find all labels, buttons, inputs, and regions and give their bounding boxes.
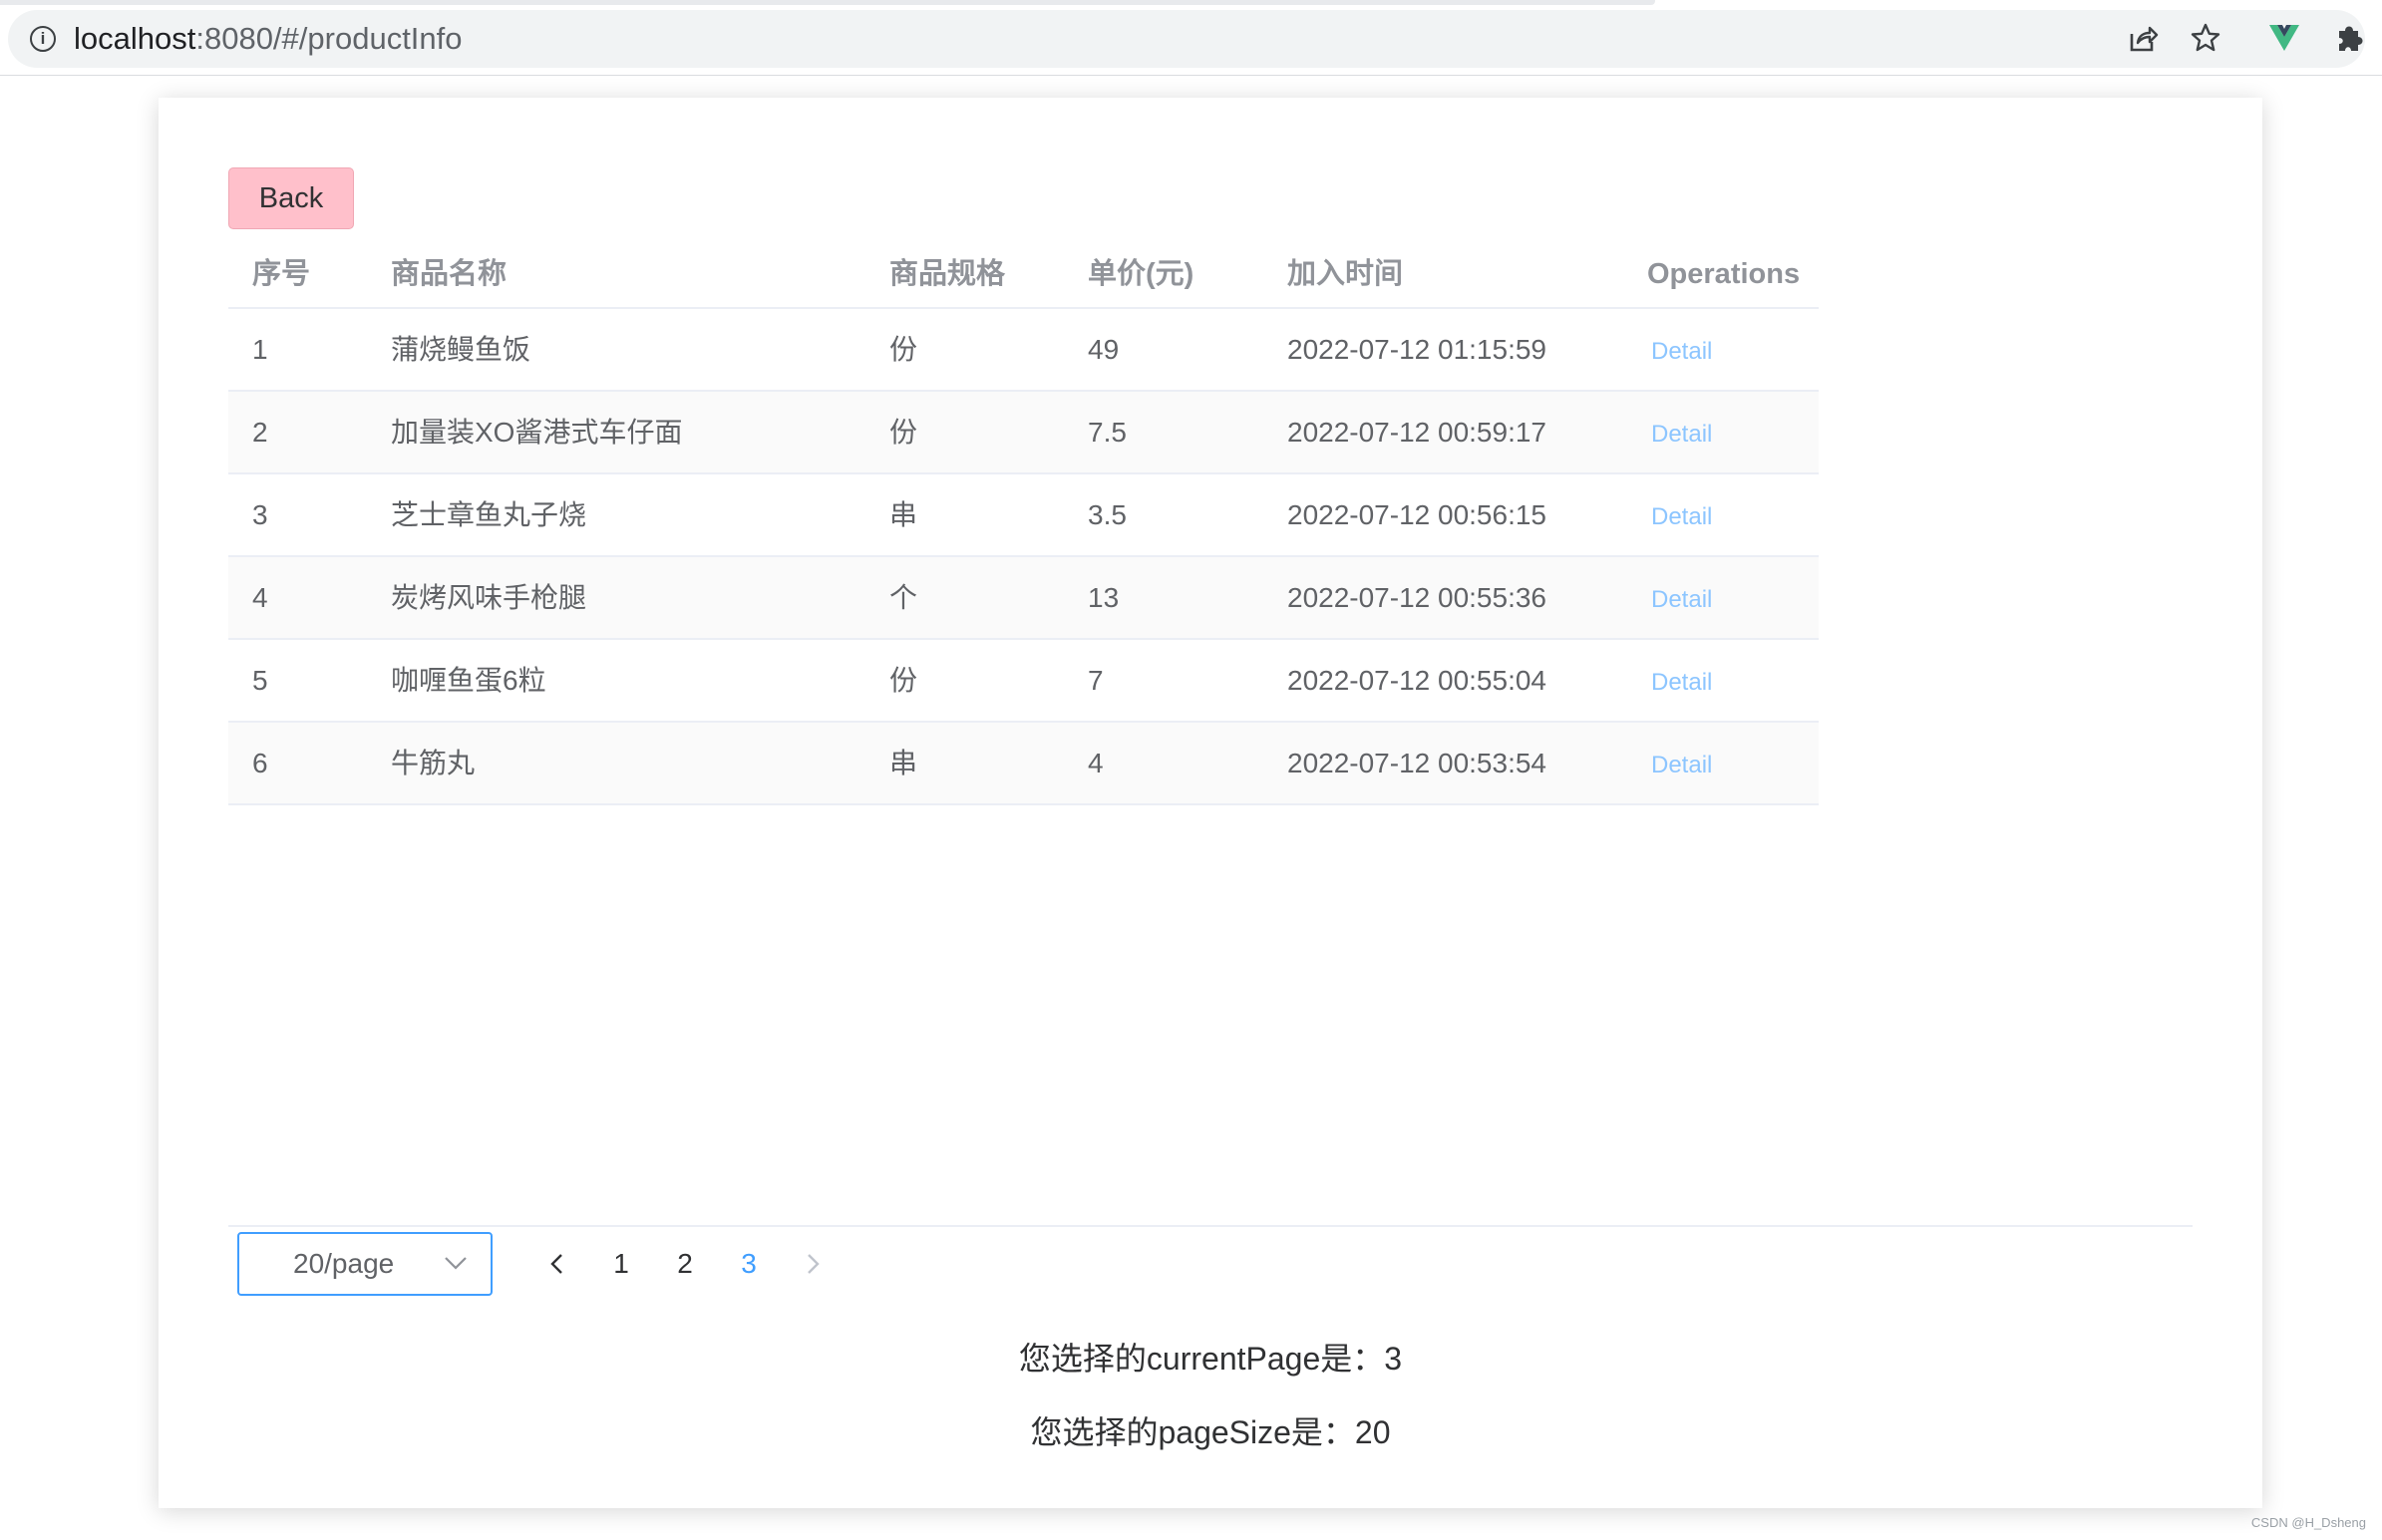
page-number-3[interactable]: 3 [729,1239,769,1289]
address-bar[interactable]: i localhost:8080/#/productInfo [8,10,2365,68]
table-row: 6 牛筋丸 串 4 2022-07-12 00:53:54 Detail [228,723,1819,805]
table-row: 3 芝士章鱼丸子烧 串 3.5 2022-07-12 00:56:15 Deta… [228,474,1819,557]
detail-button[interactable]: Detail [1651,669,1712,696]
detail-button[interactable]: Detail [1651,752,1712,778]
star-icon[interactable] [2190,22,2221,54]
url-path: :8080/#/productInfo [195,21,463,56]
chevron-right-icon [808,1254,820,1274]
url-text[interactable]: localhost:8080/#/productInfo [74,23,463,55]
page-number-2[interactable]: 2 [665,1239,705,1289]
detail-button[interactable]: Detail [1651,503,1712,530]
table-header: 序号 商品名称 商品规格 单价(元) 加入时间 Operations [228,239,1819,309]
cell-index: 5 [252,665,268,696]
cell-product-name: 芝士章鱼丸子烧 [391,499,587,530]
cell-added-time: 2022-07-12 00:55:04 [1287,665,1546,696]
page-size-info: 您选择的pageSize是：20 [1030,1414,1391,1450]
table-row: 2 加量装XO酱港式车仔面 份 7.5 2022-07-12 00:59:17 … [228,392,1819,474]
header-operations: Operations [1647,258,1801,290]
info-icon[interactable]: i [30,26,56,52]
cell-spec: 个 [889,582,918,613]
cell-product-name: 炭烤风味手枪腿 [391,582,587,613]
cell-spec: 份 [889,665,918,696]
next-page-button[interactable] [793,1239,833,1289]
cell-index: 6 [252,748,268,778]
chevron-left-icon [550,1254,562,1274]
share-icon[interactable] [2127,22,2159,54]
browser-toolbar: i localhost:8080/#/productInfo [0,0,2382,76]
header-added-time: 加入时间 [1287,258,1404,290]
detail-button[interactable]: Detail [1651,586,1712,613]
chevron-down-icon [445,1257,467,1270]
cell-price: 7 [1088,665,1104,696]
cell-price: 4 [1088,748,1104,778]
vue-devtools-icon[interactable] [2268,22,2300,54]
header-product-name: 商品名称 [391,258,508,290]
product-table: 序号 商品名称 商品规格 单价(元) 加入时间 Operations 1 蒲烧鳗… [228,239,1819,805]
page-number-1[interactable]: 1 [601,1239,641,1289]
detail-button[interactable]: Detail [1651,421,1712,448]
cell-spec: 串 [889,748,918,778]
header-index: 序号 [252,258,311,290]
watermark: CSDN @H_Dsheng [2250,1515,2366,1530]
prev-page-button[interactable] [537,1239,577,1289]
cell-added-time: 2022-07-12 01:15:59 [1287,334,1546,365]
table-row: 4 炭烤风味手枪腿 个 13 2022-07-12 00:55:36 Detai… [228,557,1819,640]
page-size-value: 20/page [293,1248,395,1279]
cell-added-time: 2022-07-12 00:55:36 [1287,582,1546,613]
cell-price: 7.5 [1088,417,1127,448]
page-size-select[interactable]: 20/page [237,1232,493,1296]
cell-product-name: 咖喱鱼蛋6粒 [391,665,546,696]
cell-index: 3 [252,499,268,530]
product-info-card: Back 序号 商品名称 商品规格 单价(元) 加入时间 Operations … [159,98,2262,1508]
tab-strip [0,0,1655,5]
header-price: 单价(元) [1088,258,1194,290]
cell-spec: 串 [889,499,918,530]
cell-spec: 份 [889,334,918,365]
header-spec: 商品规格 [889,258,1006,290]
cell-product-name: 加量装XO酱港式车仔面 [391,417,683,448]
cell-added-time: 2022-07-12 00:59:17 [1287,417,1546,448]
cell-product-name: 牛筋丸 [391,748,476,778]
extensions-icon[interactable] [2333,22,2365,54]
cell-product-name: 蒲烧鳗鱼饭 [391,334,531,365]
cell-index: 2 [252,417,268,448]
cell-added-time: 2022-07-12 00:53:54 [1287,748,1546,778]
table-row: 5 咖喱鱼蛋6粒 份 7 2022-07-12 00:55:04 Detail [228,640,1819,723]
current-page-info: 您选择的currentPage是：3 [1018,1341,1403,1377]
table-row: 1 蒲烧鳗鱼饭 份 49 2022-07-12 01:15:59 Detail [228,309,1819,392]
cell-index: 1 [252,334,268,365]
back-button[interactable]: Back [228,167,354,229]
cell-spec: 份 [889,417,918,448]
cell-added-time: 2022-07-12 00:56:15 [1287,499,1546,530]
url-host: localhost [74,21,196,56]
detail-button[interactable]: Detail [1651,338,1712,365]
cell-price: 3.5 [1088,499,1127,530]
cell-price: 49 [1088,334,1120,365]
cell-index: 4 [252,582,268,613]
cell-price: 13 [1088,582,1120,613]
pagination-divider [228,1225,2193,1227]
